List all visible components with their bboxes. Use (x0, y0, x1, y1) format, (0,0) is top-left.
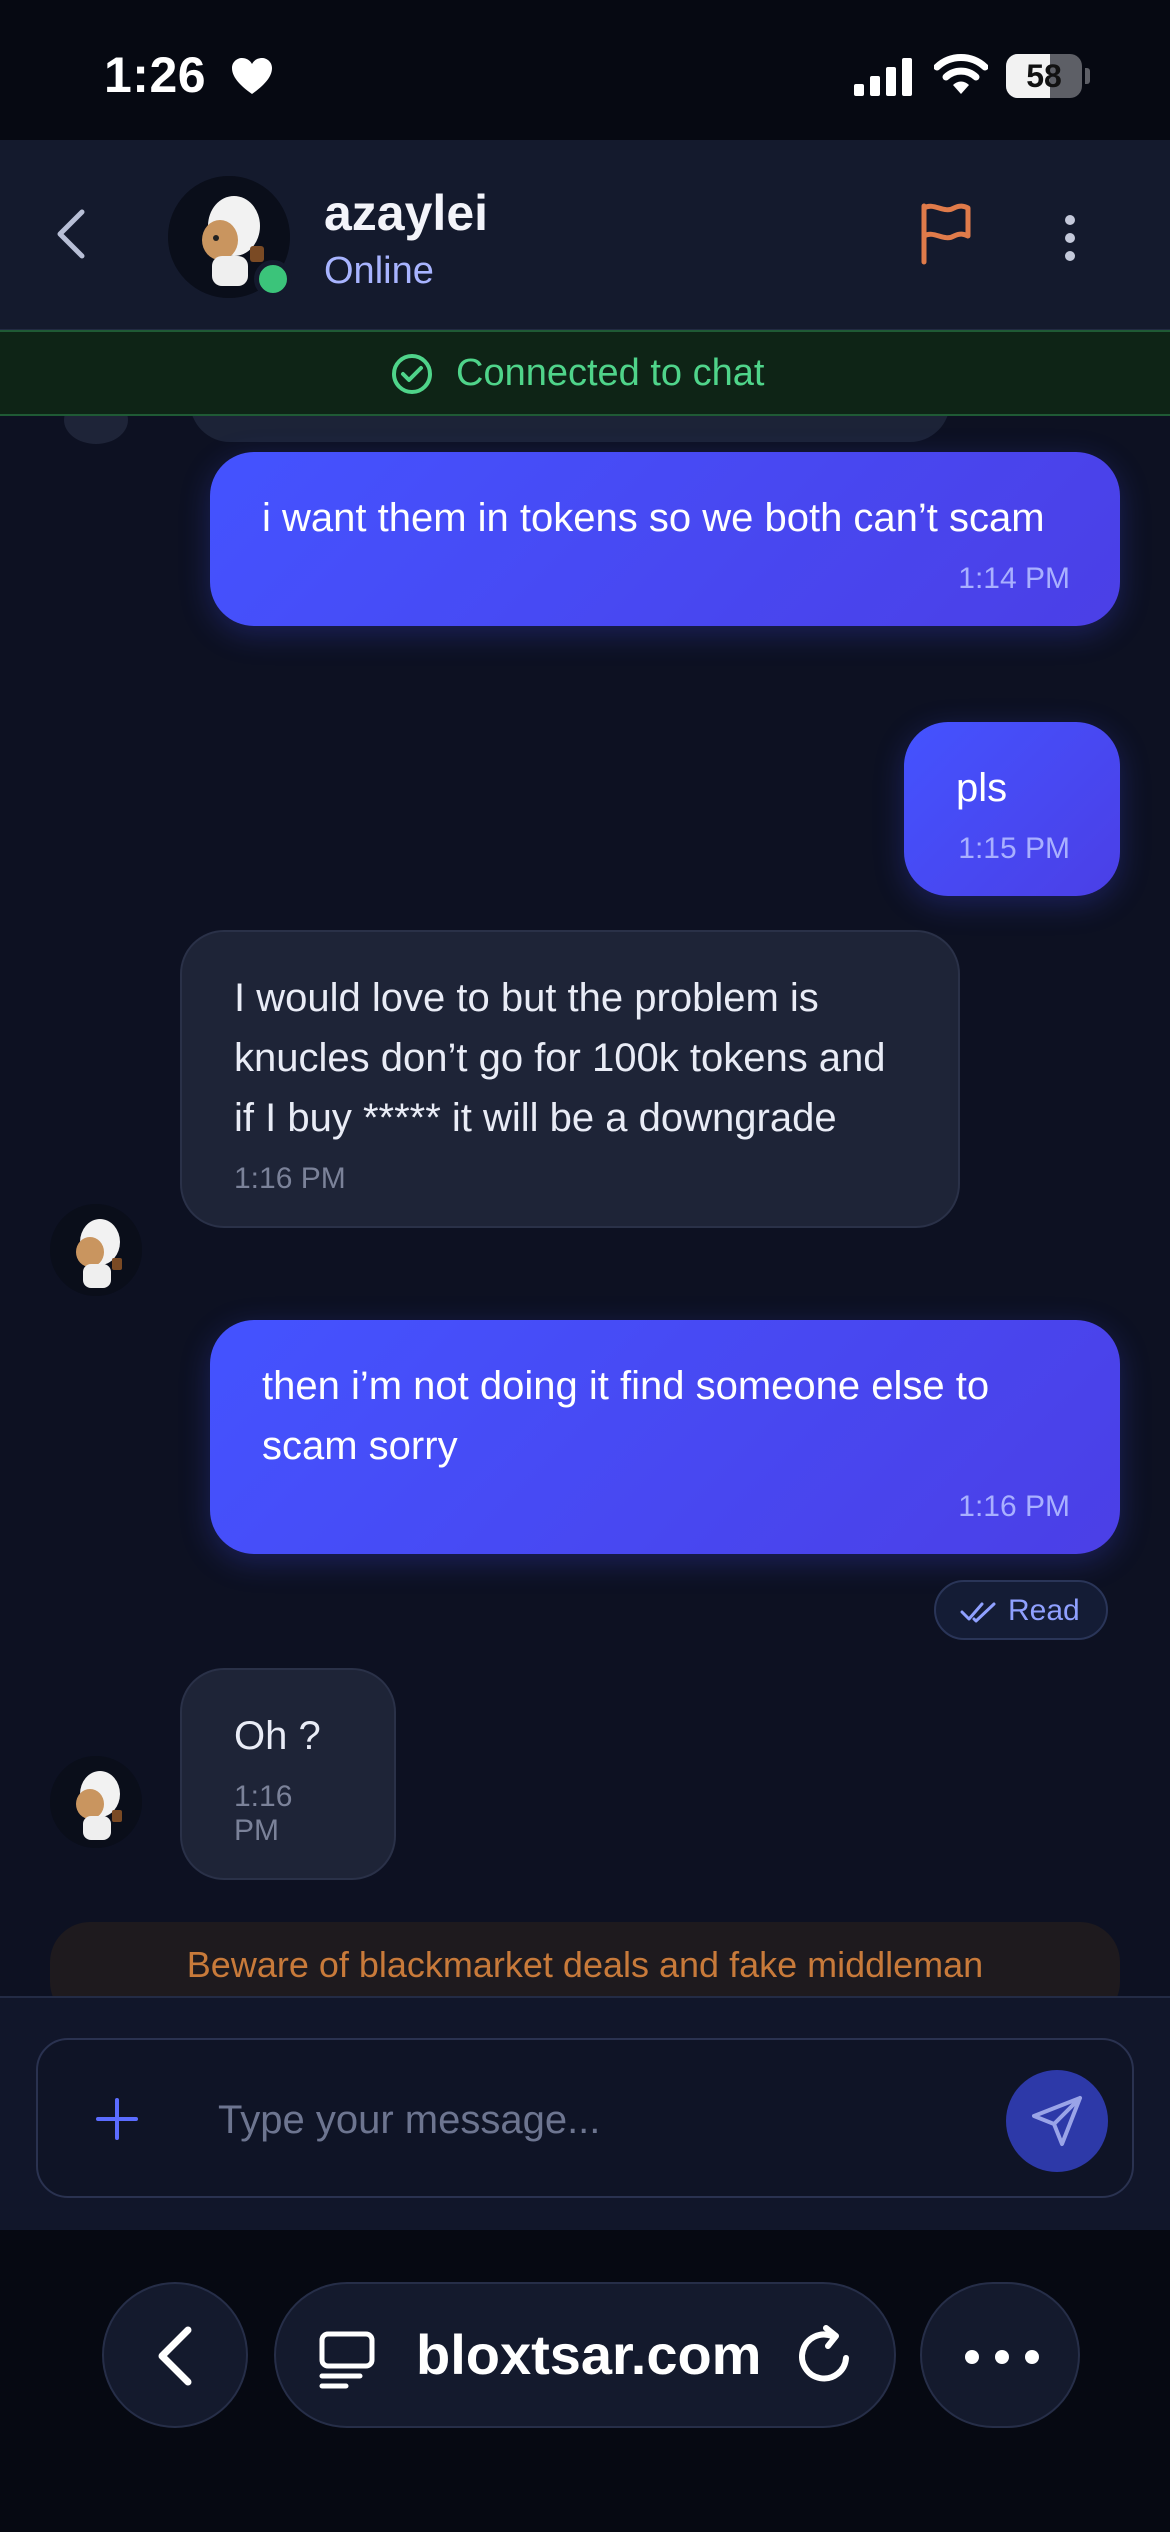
connection-banner: Connected to chat (0, 330, 1170, 416)
url-text[interactable]: bloxtsar.com (416, 2322, 761, 2387)
message-bubble-outgoing[interactable]: then i’m not doing it find someone else … (210, 1320, 1120, 1554)
address-bar[interactable]: bloxtsar.com (274, 2282, 896, 2428)
message-text: i want them in tokens so we both can’t s… (262, 496, 1045, 540)
message-text: Oh ? (234, 1714, 321, 1758)
more-vertical-icon[interactable] (1050, 210, 1090, 266)
message-bubble-outgoing[interactable]: i want them in tokens so we both can’t s… (210, 452, 1120, 626)
send-icon (1032, 2096, 1082, 2146)
browser-toolbar: bloxtsar.com (0, 2230, 1170, 2532)
read-label: Read (1008, 1594, 1080, 1627)
contact-avatar[interactable] (168, 176, 292, 298)
status-bar: 1:26 58 (0, 0, 1170, 140)
double-check-icon (960, 1602, 996, 1623)
message-text: I would love to but the problem is knucl… (234, 976, 886, 1140)
read-receipt: Read (934, 1580, 1108, 1640)
wifi-icon (934, 54, 988, 94)
warning-banner: Beware of blackmarket deals and fake mid… (50, 1922, 1120, 1996)
sender-avatar[interactable] (50, 1756, 142, 1848)
message-time: 1:14 PM (958, 562, 1070, 595)
heart-icon (232, 58, 272, 94)
message-input[interactable] (218, 2080, 998, 2160)
flag-icon[interactable] (916, 200, 976, 266)
plus-icon[interactable] (94, 2096, 140, 2142)
reload-icon[interactable] (792, 2324, 858, 2390)
more-horizontal-icon (965, 2350, 1039, 2364)
message-bubble-incoming[interactable]: I would love to but the problem is knucl… (180, 930, 960, 1228)
message-text: pls (956, 766, 1008, 810)
message-time: 1:16 PM (234, 1780, 293, 1847)
browser-back-button[interactable] (102, 2282, 248, 2428)
contact-status: Online (324, 250, 434, 292)
back-arrow-icon (158, 2326, 192, 2386)
status-time: 1:26 (104, 47, 207, 103)
check-circle-icon (392, 354, 432, 394)
battery-level: 58 (1026, 58, 1062, 94)
message-bubble-incoming[interactable]: Oh ? 1:16 PM (180, 1668, 396, 1880)
battery-icon: 58 (1006, 54, 1090, 98)
composer-area (0, 1996, 1170, 2230)
message-time: 1:15 PM (958, 832, 1070, 865)
chat-header: azaylei Online (0, 140, 1170, 330)
connection-status: Connected to chat (456, 352, 765, 394)
contact-name[interactable]: azaylei (324, 184, 488, 242)
message-time: 1:16 PM (958, 1490, 1070, 1523)
previous-message-bubble (190, 416, 950, 442)
message-list[interactable]: i want them in tokens so we both can’t s… (0, 416, 1170, 1996)
signal-icon (854, 58, 912, 96)
send-button[interactable] (1006, 2070, 1108, 2172)
message-bubble-outgoing[interactable]: pls 1:15 PM (904, 722, 1120, 896)
message-composer (36, 2038, 1134, 2198)
message-time: 1:16 PM (234, 1162, 346, 1195)
sender-avatar[interactable] (50, 1204, 142, 1296)
warning-text: Beware of blackmarket deals and fake mid… (186, 1944, 984, 1985)
back-chevron-icon[interactable] (52, 206, 92, 262)
browser-more-button[interactable] (920, 2282, 1080, 2428)
previous-message-avatar (64, 416, 128, 444)
message-text: then i’m not doing it find someone else … (262, 1364, 990, 1468)
page-menu-icon[interactable] (316, 2328, 380, 2392)
online-indicator (254, 260, 292, 298)
